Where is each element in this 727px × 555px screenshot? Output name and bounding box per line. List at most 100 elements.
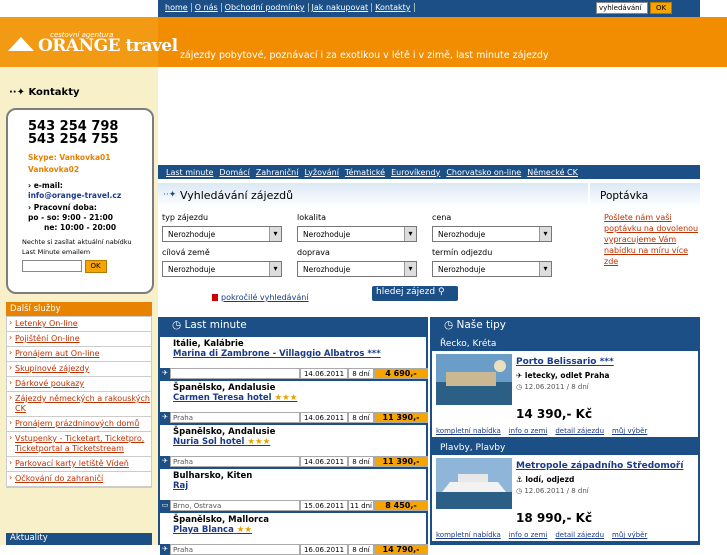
- inquiry-link[interactable]: Pošlete nám vaši poptávku na dovolenou v…: [600, 212, 700, 267]
- offer-link[interactable]: kompletní nabídka: [436, 427, 501, 435]
- cat-croatia[interactable]: Chorvatsko on-line: [446, 168, 521, 177]
- logo[interactable]: ORANGE travel: [38, 36, 178, 56]
- nav-how-to-buy[interactable]: Jak nakupovat: [309, 3, 373, 12]
- tip-links: kompletní nabídka info o zemi detail záj…: [436, 531, 647, 539]
- plane-icon: ✈: [160, 456, 170, 467]
- select-trip-type[interactable]: Nerozhoduje: [162, 226, 282, 242]
- banner: [158, 67, 700, 167]
- last-minute-list: Itálie, Kalábrie Marina di Zambrone - Vi…: [158, 335, 428, 555]
- tip-region: Řecko, Kréta: [432, 337, 698, 351]
- ship-icon: ⚓: [516, 475, 526, 484]
- service-item[interactable]: Skupinové zájezdy: [7, 362, 151, 377]
- service-item[interactable]: Očkování do zahraničí: [7, 472, 151, 487]
- cat-thematic[interactable]: Tématické: [345, 168, 385, 177]
- my-selection-link[interactable]: můj výběr: [612, 427, 647, 435]
- select-departure[interactable]: Nerozhoduje: [432, 261, 552, 277]
- tips-heading: ◷ Naše tipy: [430, 317, 700, 335]
- hotel-photo[interactable]: [436, 354, 512, 405]
- list-item[interactable]: Itálie, Kalábrie Marina di Zambrone - Vi…: [160, 337, 428, 379]
- tagline: zájezdy pobytové, poznávací i za exotiko…: [180, 50, 549, 61]
- label-trip-type: typ zájezdu: [162, 213, 209, 222]
- country-info-link[interactable]: info o zemi: [509, 531, 548, 539]
- inquiry-heading: Poptávka: [590, 183, 700, 207]
- skype-1: Skype: Vankovka01: [28, 153, 111, 162]
- select-country[interactable]: Nerozhoduje: [162, 261, 282, 277]
- select-locality[interactable]: Nerozhoduje: [297, 226, 417, 242]
- plane-icon: ✈: [160, 368, 170, 379]
- tip-price: 18 990,- Kč: [516, 511, 593, 525]
- newsletter-email-input[interactable]: [22, 260, 82, 272]
- news-heading: Aktuality: [6, 533, 152, 545]
- newsletter-text: Nechte si zasílat aktuální nabídku Last …: [22, 238, 132, 256]
- service-item[interactable]: Parkovací karty letiště Vídeň: [7, 457, 151, 472]
- tip-name[interactable]: Metropole západního Středomoří: [516, 461, 683, 471]
- label-departure: termín odjezdu: [432, 248, 493, 257]
- list-item[interactable]: Španělsko, Andalusie Carmen Teresa hotel…: [160, 381, 428, 423]
- plane-icon: ✈: [160, 412, 170, 423]
- logo-icon: [8, 37, 34, 51]
- skype-2: Vankovka02: [28, 165, 80, 174]
- cat-abroad[interactable]: Zahraniční: [256, 168, 299, 177]
- hours-label: › Pracovní doba:: [28, 203, 97, 212]
- list-item[interactable]: Španělsko, Mallorca Playa Blanca ★★ ✈ Pra…: [160, 513, 428, 555]
- cat-domestic[interactable]: Domácí: [219, 168, 249, 177]
- service-item[interactable]: Pronájem aut On-line: [7, 347, 151, 362]
- search-heading: Vyhledávání zájezdů: [158, 183, 588, 207]
- detail-link[interactable]: detail zájezdu: [555, 427, 604, 435]
- service-item[interactable]: Dárkové poukazy: [7, 377, 151, 392]
- list-item[interactable]: Bulharsko, Kiten Raj ▭ Brno, Ostrava 15.06…: [160, 469, 428, 511]
- dots-icon: ··✦: [163, 190, 177, 200]
- tip-item[interactable]: Řecko, Kréta Porto Belissario *** ✈ lete…: [432, 337, 698, 437]
- tip-links: kompletní nabídka info o zemi detail záj…: [436, 427, 647, 435]
- offer-link[interactable]: kompletní nabídka: [436, 531, 501, 539]
- search-button[interactable]: hledej zájezd ⚲: [372, 286, 458, 301]
- newsletter-ok-button[interactable]: OK: [84, 260, 107, 273]
- phone-2: 543 254 755: [28, 132, 119, 147]
- service-item[interactable]: Pronájem prázdninových domů: [7, 417, 151, 432]
- service-item[interactable]: Vstupenky - Ticketart, Ticketpro, Ticket…: [7, 432, 151, 457]
- tip-transport: ✈ letecky, odlet Praha: [516, 371, 610, 380]
- detail-link[interactable]: detail zájezdu: [555, 531, 604, 539]
- tip-transport: ⚓ lodí, odjezd: [516, 475, 575, 484]
- service-item[interactable]: Zájezdy německých a rakouských CK: [7, 392, 151, 417]
- service-item[interactable]: Letenky On-line: [7, 317, 151, 332]
- last-minute-heading: ◷ Last minute: [158, 317, 428, 335]
- nav-terms[interactable]: Obchodní podmínky: [222, 3, 309, 12]
- country-info-link[interactable]: info o zemi: [509, 427, 548, 435]
- service-item[interactable]: Pojištění On-line: [7, 332, 151, 347]
- tip-region: Plavby, Plavby: [432, 441, 698, 455]
- ship-photo[interactable]: [436, 458, 512, 509]
- cat-skiing[interactable]: Lyžování: [304, 168, 338, 177]
- label-locality: lokalita: [297, 213, 326, 222]
- top-search-input[interactable]: vyhledávání: [596, 2, 648, 14]
- nav-home[interactable]: home: [162, 3, 192, 12]
- tip-item[interactable]: Plavby, Plavby Metropole západního Střed…: [432, 441, 698, 541]
- cat-german-ck[interactable]: Německé CK: [527, 168, 578, 177]
- select-transport[interactable]: Nerozhoduje: [297, 261, 417, 277]
- cat-last-minute[interactable]: Last minute: [166, 168, 213, 177]
- contacts-heading: ··✦ Kontakty: [9, 87, 80, 98]
- email-link[interactable]: info@orange-travel.cz: [28, 191, 152, 201]
- select-price[interactable]: Nerozhoduje: [432, 226, 552, 242]
- advanced-search-link[interactable]: pokročilé vyhledávání: [213, 293, 309, 302]
- services-heading: Další služby: [6, 302, 152, 316]
- dots-icon: ··✦: [9, 87, 29, 98]
- category-nav: Last minute Domácí Zahraniční Lyžování T…: [158, 165, 700, 179]
- tip-name[interactable]: Porto Belissario ***: [516, 357, 614, 367]
- plane-icon: ✈: [516, 371, 525, 380]
- top-search-button[interactable]: OK: [650, 2, 672, 14]
- my-selection-link[interactable]: můj výběr: [612, 531, 647, 539]
- top-nav: home O nás Obchodní podmínky Jak nakupov…: [162, 3, 415, 12]
- nav-about[interactable]: O nás: [192, 3, 222, 12]
- tips-list: Řecko, Kréta Porto Belissario *** ✈ lete…: [430, 335, 700, 545]
- label-country: cílová země: [162, 248, 210, 257]
- hours-sunday: ne: 10:00 - 20:00: [44, 223, 117, 232]
- cat-eurovikendy[interactable]: Eurovíkendy: [391, 168, 440, 177]
- nav-contacts[interactable]: Kontakty: [372, 3, 415, 12]
- email-label: › e-mail:: [28, 181, 63, 190]
- list-item[interactable]: Španělsko, Andalusie Nuria Sol hotel ★★★…: [160, 425, 428, 467]
- tip-date: ◷ 12.06.2011 / 8 dní: [516, 487, 589, 495]
- tip-price: 14 390,- Kč: [516, 407, 593, 421]
- clock-icon: ◷: [172, 319, 185, 331]
- hours-weekdays: po - so: 9:00 - 21:00: [28, 213, 113, 222]
